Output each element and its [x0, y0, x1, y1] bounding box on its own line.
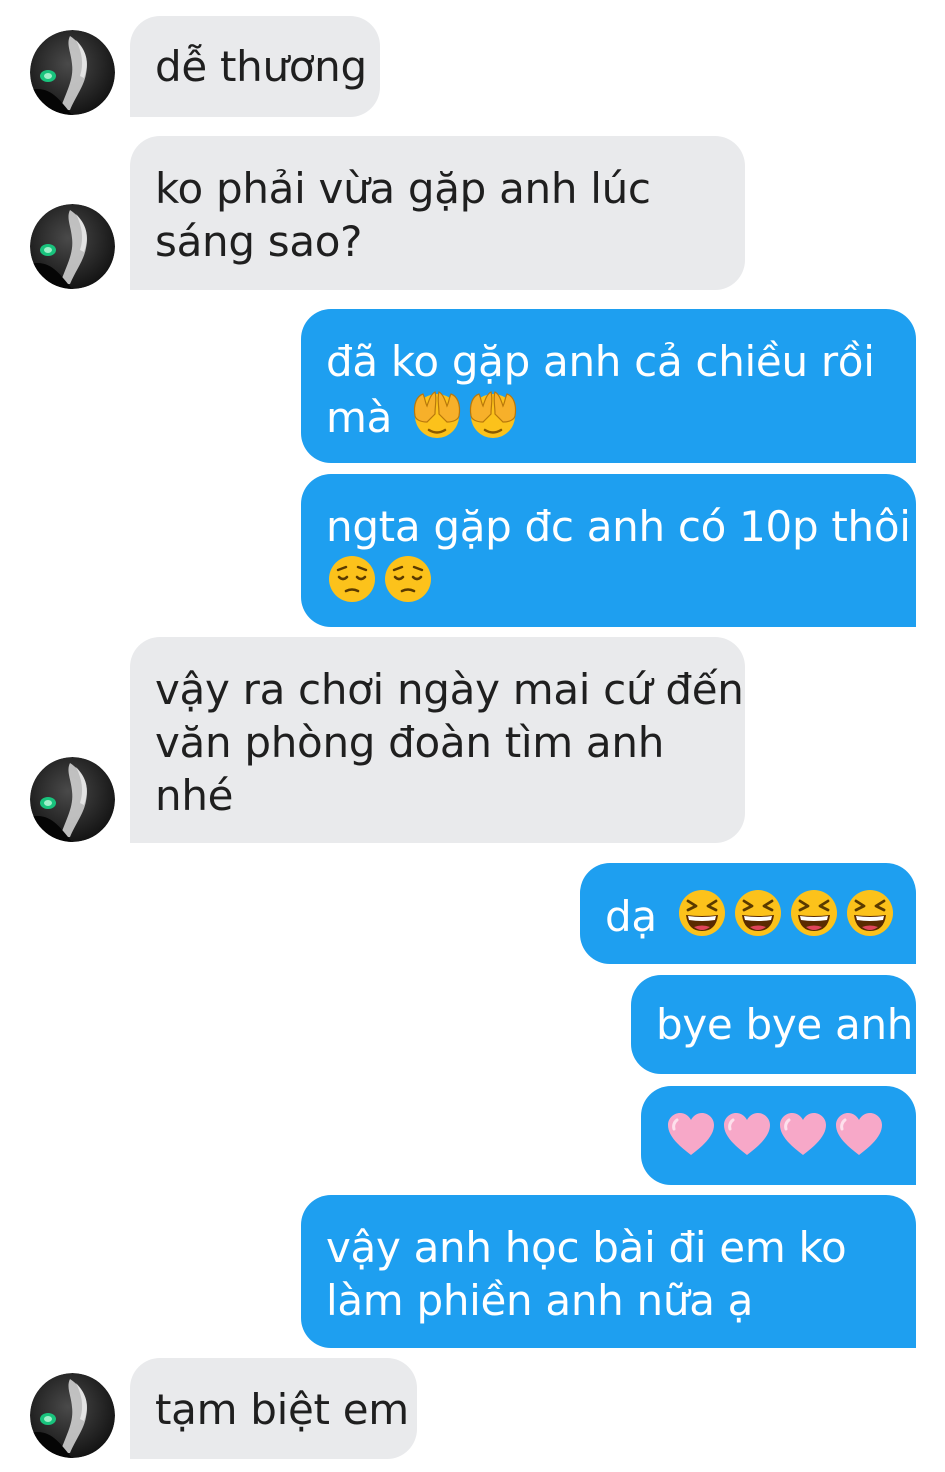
laughing-face-emoji	[788, 887, 840, 939]
pink-heart-emoji	[721, 1109, 773, 1161]
message-line	[665, 1109, 916, 1165]
outgoing-message[interactable]: ngta gặp đc anh có 10p thôi	[301, 474, 916, 627]
laughing-face-emoji	[676, 887, 728, 939]
message-text: vậy anh học bài đi em ko	[326, 1223, 847, 1272]
contact-avatar[interactable]	[30, 204, 115, 289]
outgoing-message[interactable]: vậy anh học bài đi em ko làm phiền anh n…	[301, 1195, 916, 1348]
message-text: vậy ra chơi ngày mai cứ đến	[155, 665, 744, 714]
message-text: đã ko gặp anh cả chiều rồi	[326, 337, 875, 386]
message-text: sáng sao?	[155, 217, 363, 266]
pensive-face-emoji	[326, 553, 378, 605]
outgoing-message[interactable]: đã ko gặp anh cả chiều rồi mà	[301, 309, 916, 463]
message-text: bye bye anh	[656, 1000, 914, 1049]
message-text: mà	[326, 393, 393, 442]
outgoing-message[interactable]: bye bye anh	[631, 975, 916, 1074]
message-line	[326, 553, 916, 609]
incoming-message[interactable]: dễ thương	[130, 16, 380, 117]
contact-avatar[interactable]	[30, 757, 115, 842]
pink-heart-emoji	[833, 1109, 885, 1161]
message-text: nhé	[155, 771, 234, 820]
pensive-face-emoji	[382, 553, 434, 605]
pink-heart-emoji	[665, 1109, 717, 1161]
message-text: tạm biệt em	[155, 1385, 409, 1434]
message-text: dạ	[605, 892, 657, 941]
message-text: làm phiền anh nữa ạ	[326, 1276, 754, 1325]
message-line: mà	[326, 388, 916, 444]
laughing-face-emoji	[844, 887, 896, 939]
chat-thread: dễ thương ko phải vừa gặp anh lúc sáng s…	[0, 0, 945, 1472]
outgoing-message[interactable]	[641, 1086, 916, 1185]
face-covering-eyes-emoji	[411, 388, 463, 440]
incoming-message[interactable]: ko phải vừa gặp anh lúc sáng sao?	[130, 136, 745, 290]
incoming-message[interactable]: tạm biệt em	[130, 1358, 417, 1459]
face-covering-eyes-emoji	[467, 388, 519, 440]
outgoing-message[interactable]: dạ	[580, 863, 916, 964]
message-text: văn phòng đoàn tìm anh	[155, 718, 665, 767]
contact-avatar[interactable]	[30, 30, 115, 115]
contact-avatar[interactable]	[30, 1373, 115, 1458]
message-text: dễ thương	[155, 42, 367, 91]
pink-heart-emoji	[777, 1109, 829, 1161]
message-text: ko phải vừa gặp anh lúc	[155, 164, 651, 213]
incoming-message[interactable]: vậy ra chơi ngày mai cứ đến văn phòng đo…	[130, 637, 745, 843]
message-line: dạ	[605, 887, 916, 943]
message-text: ngta gặp đc anh có 10p thôi	[326, 502, 911, 551]
laughing-face-emoji	[732, 887, 784, 939]
